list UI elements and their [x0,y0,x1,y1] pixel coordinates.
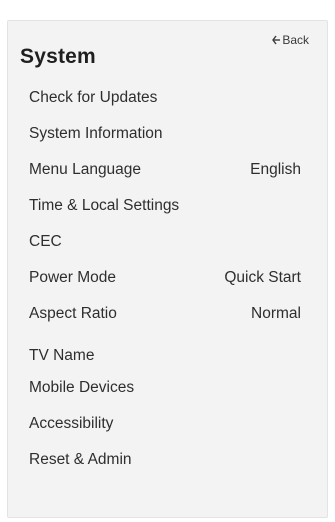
menu-item-check-for-updates[interactable]: Check for Updates [29,86,301,110]
menu-item-label: Accessibility [29,415,114,432]
menu-item-value: Normal [251,305,301,322]
menu-item-label: Aspect Ratio [29,305,117,322]
menu-item-label: Time & Local Settings [29,197,180,214]
menu-item-tv-name[interactable]: TV Name [29,344,301,368]
screen: Back System Check for Updates System Inf… [0,0,335,522]
back-arrow-icon [272,35,281,45]
menu-item-cec[interactable]: CEC [29,230,301,254]
menu-item-value: Quick Start [224,269,301,286]
menu-item-value: English [250,161,301,178]
page-title: System [20,45,96,68]
menu-item-label: Menu Language [29,161,142,178]
back-label: Back [282,33,309,47]
menu-item-label: Check for Updates [29,89,158,106]
back-button[interactable]: Back [272,33,309,47]
menu-item-label: Reset & Admin [29,451,132,468]
menu-item-mobile-devices[interactable]: Mobile Devices [29,376,301,400]
menu-item-reset-admin[interactable]: Reset & Admin [29,448,301,472]
menu-item-label: CEC [29,233,62,250]
menu-item-label: TV Name [29,347,95,364]
menu-item-aspect-ratio[interactable]: Aspect Ratio Normal [29,302,301,326]
menu-item-system-information[interactable]: System Information [29,122,301,146]
menu-item-time-local-settings[interactable]: Time & Local Settings [29,194,301,218]
system-menu-panel: Back System Check for Updates System Inf… [7,20,328,518]
menu-item-label: Mobile Devices [29,379,135,396]
menu-item-menu-language[interactable]: Menu Language English [29,158,301,182]
menu-item-label: System Information [29,125,163,142]
menu-item-power-mode[interactable]: Power Mode Quick Start [29,266,301,290]
menu-item-accessibility[interactable]: Accessibility [29,412,301,436]
menu-item-label: Power Mode [29,269,117,286]
